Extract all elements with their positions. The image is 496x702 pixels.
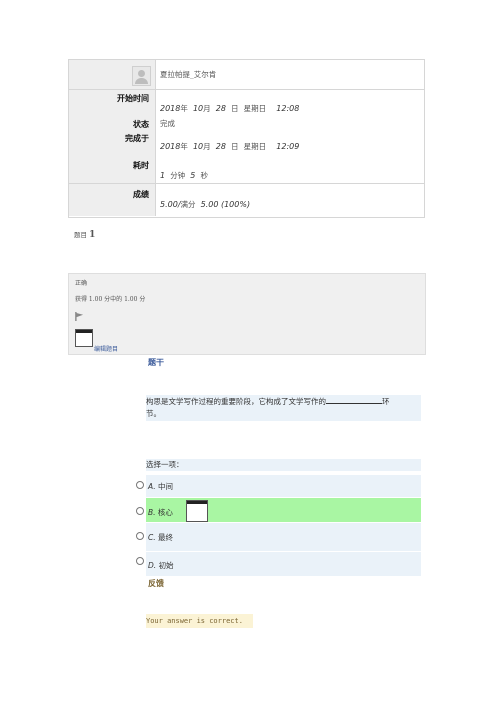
stem-label: 题干: [148, 357, 164, 367]
attempt-summary-table: 夏拉帕提_艾尔肯 开始时间 状态 完成于 耗时 2018年 10月 28 日 星…: [68, 59, 425, 218]
start-label: 开始时间: [117, 94, 149, 103]
duration-value: 1 分钟 5 秒: [160, 171, 208, 180]
finish-time: 2018年 10月 28 日 星期日 12:09: [160, 142, 300, 151]
edit-question-link[interactable]: 编辑题目: [94, 344, 118, 353]
grade-label: 成绩: [133, 190, 149, 199]
option-d[interactable]: D. 初始: [136, 552, 421, 576]
feedback-label: 反馈: [148, 579, 164, 588]
user-name[interactable]: 夏拉帕提_艾尔肯: [160, 69, 216, 80]
summary-row-times: 开始时间 状态 完成于 耗时 2018年 10月 28 日 星期日 12:08 …: [69, 90, 424, 184]
start-time: 2018年 10月 28 日 星期日 12:08: [160, 104, 300, 113]
radio-a[interactable]: [136, 481, 144, 489]
edit-icon[interactable]: [75, 329, 93, 347]
option-b[interactable]: B. 核心: [136, 498, 421, 522]
summary-row-grade: 成绩 5.00/满分 5.00 (100%): [69, 184, 424, 216]
finish-label: 完成于: [125, 134, 149, 143]
option-c[interactable]: C. 最终: [136, 523, 421, 551]
answer-blank: [326, 395, 382, 404]
option-a[interactable]: A. 中间: [136, 475, 421, 497]
status-label: 状态: [133, 120, 149, 129]
summary-row-user: 夏拉帕提_艾尔肯: [69, 60, 424, 90]
status-value: 完成: [160, 119, 175, 128]
avatar: [132, 66, 151, 86]
question-info-panel: 正确 获得 1.00 分中的 1.00 分 编辑题目: [68, 273, 426, 355]
correct-icon: [186, 500, 208, 522]
radio-c[interactable]: [136, 532, 144, 540]
feedback-text: Your answer is correct.: [146, 614, 253, 628]
grade-value: 5.00/满分 5.00 (100%): [160, 200, 251, 209]
question-text: 构思是文学写作过程的重要阶段，它构成了文学写作的环 节。: [146, 395, 421, 421]
question-mark: 获得 1.00 分中的 1.00 分: [75, 296, 146, 303]
duration-label: 耗时: [133, 161, 149, 170]
select-prompt: 选择一项：: [146, 459, 421, 471]
radio-b[interactable]: [136, 507, 144, 515]
radio-d[interactable]: [136, 557, 144, 565]
question-number: 题目 1: [74, 230, 96, 240]
flag-icon[interactable]: [75, 312, 84, 321]
question-status: 正确: [75, 280, 88, 287]
